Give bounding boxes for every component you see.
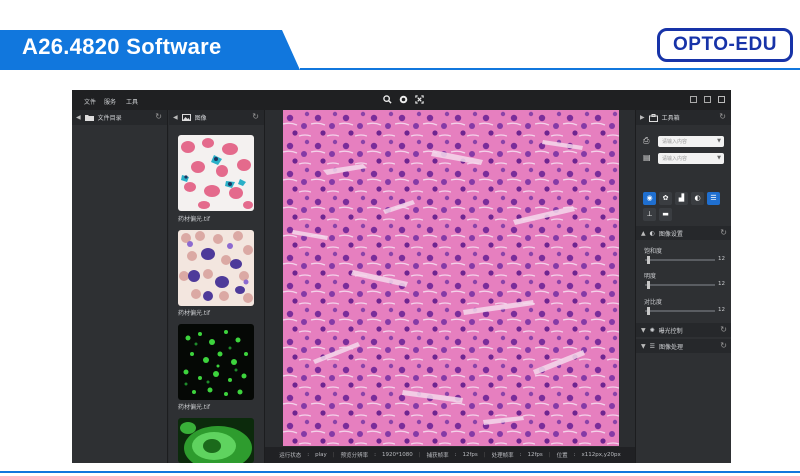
image-panel-header: ◀ 图像 ↻ <box>169 110 264 125</box>
close-icon[interactable] <box>718 96 725 103</box>
toolbox-icon <box>648 113 658 122</box>
thumbnail-blood-smear-purple[interactable] <box>178 230 254 306</box>
thumbnail-label: 药材偏光.tif <box>178 216 211 223</box>
preview-res-label: 预览分辨率 <box>340 453 369 459</box>
resolution-select[interactable]: 请输入内容 ▼ <box>658 153 724 164</box>
toolbox-panel: ▶ 工具箱 ↻ ⎙ 请输入内容 ▼ ▤ 请输入内容 ▼ ◉ ✿ ▟ ◐ ☰ ⊥ … <box>635 110 731 463</box>
thumbnail-fluorescence-dots[interactable] <box>178 324 254 400</box>
expand-icon: ▲ <box>641 229 646 237</box>
target-icon[interactable] <box>399 95 408 104</box>
thumbnail-label: 药材偏光.tif <box>178 310 211 317</box>
contrast-slider[interactable] <box>645 307 715 315</box>
process-fps-label: 处理帧率 <box>491 453 514 459</box>
capture-fps-value: 12fps <box>462 452 478 458</box>
ruler-tool-icon[interactable]: ▬ <box>659 208 672 221</box>
processing-icon: ☰ <box>649 342 656 350</box>
collapse-icon[interactable]: ◀ <box>173 114 178 121</box>
footer-rule <box>0 471 800 473</box>
image-panel: ◀ 图像 ↻ 药材偏光.tif 药材偏光.tif 药材偏光.tif <box>169 110 265 463</box>
tool-icon-row-2: ⊥ ▬ <box>643 208 672 221</box>
saturation-label: 饱和度 <box>644 248 663 255</box>
slider-knob[interactable] <box>647 256 650 264</box>
run-state-label: 运行状态 <box>279 453 302 459</box>
menu-tools[interactable]: 工具 <box>126 97 138 106</box>
refresh-icon[interactable]: ↻ <box>720 229 727 237</box>
file-directory-panel: ◀ 文件目录 ↻ <box>72 110 168 463</box>
image-viewer[interactable] <box>283 110 619 446</box>
refresh-icon[interactable]: ↻ <box>252 113 259 121</box>
exposure-title: 曝光控制 <box>658 327 683 335</box>
file-panel-title: 文件目录 <box>97 115 122 122</box>
run-state-value: play <box>315 452 327 458</box>
exposure-icon: ✺ <box>649 326 655 334</box>
refresh-icon[interactable]: ↻ <box>155 113 162 121</box>
camera-select[interactable]: 请输入内容 ▼ <box>658 136 724 147</box>
image-settings-header[interactable]: ▲ ◐ 图像设置 ↻ <box>636 226 731 240</box>
contrast-label: 对比度 <box>644 299 663 306</box>
saturation-slider[interactable] <box>645 256 715 264</box>
settings-tool-icon[interactable]: ◉ <box>643 192 656 205</box>
process-fps-value: 12fps <box>527 452 543 458</box>
refresh-icon[interactable]: ↻ <box>720 342 727 350</box>
image-processing-header[interactable]: ▼ ☰ 图像处理 ↻ <box>636 339 731 353</box>
window-controls <box>690 96 725 103</box>
slider-knob[interactable] <box>647 281 650 289</box>
folder-icon <box>84 115 94 121</box>
capture-fps-label: 捕获帧率 <box>426 453 449 459</box>
brightness-label: 明度 <box>644 273 657 280</box>
preview-res-value: 1920*1080 <box>381 452 413 458</box>
expand-icon: ▼ <box>641 342 646 350</box>
menu-bar: 文件 服务 工具 <box>72 90 731 110</box>
image-panel-title: 图像 <box>194 115 207 122</box>
status-bar: 运行状态: play | 预览分辨率: 1920*1080 | 捕获帧率: 12… <box>265 447 635 463</box>
fit-icon[interactable] <box>415 95 424 104</box>
position-label: 位置 <box>556 453 568 459</box>
slide-title: A26.4820 Software <box>22 34 222 59</box>
brightness-slider[interactable] <box>645 281 715 289</box>
search-icon[interactable] <box>383 95 392 104</box>
brand-logo: OPTO-EDU <box>657 28 793 62</box>
chevron-down-icon: ▼ <box>717 155 721 161</box>
slider-knob[interactable] <box>647 307 650 315</box>
thumbnail-fluorescence-cells[interactable] <box>178 418 254 463</box>
brightness-value: 12 <box>718 281 725 287</box>
fullscreen-icon[interactable] <box>690 96 697 103</box>
contrast-icon: ◐ <box>649 229 655 237</box>
image-settings-title: 图像设置 <box>658 230 683 238</box>
image-processing-title: 图像处理 <box>659 343 684 351</box>
refresh-icon[interactable]: ↻ <box>720 326 727 334</box>
contrast-value: 12 <box>718 307 725 313</box>
image-icon <box>181 114 191 121</box>
histogram-tool-icon[interactable]: ▟ <box>675 192 688 205</box>
exposure-header[interactable]: ▼ ✺ 曝光控制 ↻ <box>636 323 731 337</box>
restore-icon[interactable] <box>704 96 711 103</box>
expand-icon: ▼ <box>641 326 646 334</box>
thumbnail-blood-smear-pink[interactable] <box>178 135 254 211</box>
saturation-value: 12 <box>718 256 725 262</box>
thumbnail-label: 药材偏光.tif <box>178 404 211 411</box>
contrast-tool-icon[interactable]: ◐ <box>691 192 704 205</box>
chevron-down-icon: ▼ <box>717 138 721 144</box>
device-icon: ▤ <box>643 153 651 162</box>
viewer-toolbar <box>383 95 424 104</box>
collapse-icon[interactable]: ▶ <box>640 114 645 121</box>
measure-tool-icon[interactable]: ⊥ <box>643 208 656 221</box>
palette-tool-icon[interactable]: ✿ <box>659 192 672 205</box>
collapse-icon[interactable]: ◀ <box>76 114 81 121</box>
tool-icon-row: ◉ ✿ ▟ ◐ ☰ <box>643 192 720 205</box>
toolbox-title: 工具箱 <box>661 115 680 122</box>
position-value: x112px,y20px <box>581 452 621 458</box>
menu-service[interactable]: 服务 <box>104 97 116 106</box>
refresh-icon[interactable]: ↻ <box>719 113 726 121</box>
menu-file[interactable]: 文件 <box>84 97 96 106</box>
header-rule <box>300 68 800 70</box>
camera-icon: ⎙ <box>643 136 650 145</box>
toolbox-header: ▶ 工具箱 ↻ <box>636 110 731 125</box>
list-tool-icon[interactable]: ☰ <box>707 192 720 205</box>
app-window: 文件 服务 工具 ◀ 文件目录 ↻ ◀ 图像 ↻ 药材偏光.tif 药材偏光.t… <box>72 90 731 463</box>
file-panel-header: ◀ 文件目录 ↻ <box>72 110 167 125</box>
